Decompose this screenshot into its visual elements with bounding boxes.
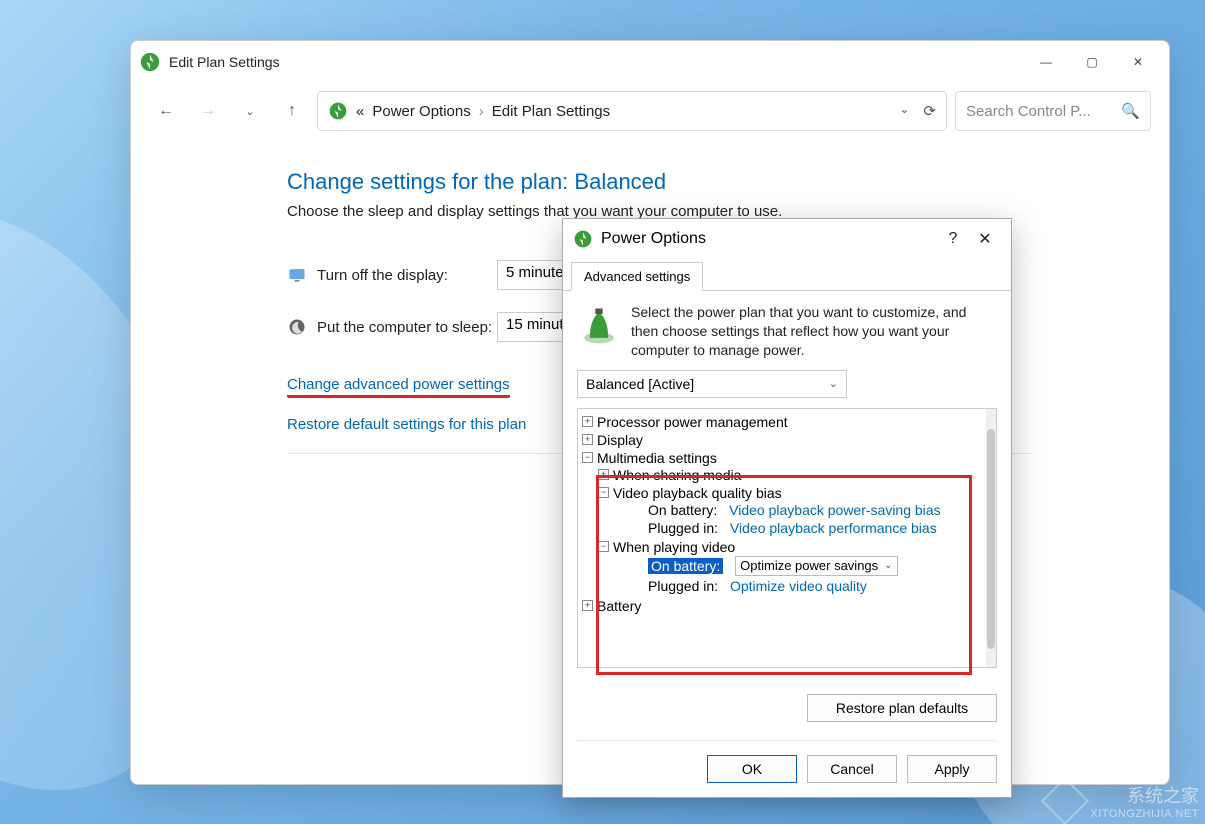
ok-button[interactable]: OK [707,755,797,783]
scrollbar[interactable] [986,409,996,667]
forward-button[interactable]: → [191,94,225,128]
tree-item-wpv[interactable]: When playing video [613,539,735,555]
power-options-dialog: Power Options ? ✕ Advanced settings Sele… [562,218,1012,798]
expand-icon[interactable]: + [582,600,593,611]
dialog-close-button[interactable]: ✕ [969,229,1001,249]
setting-label: Put the computer to sleep: [317,319,497,336]
power-plan-icon [328,101,348,121]
collapse-icon[interactable]: − [582,452,593,463]
addressbar[interactable]: « Power Options › Edit Plan Settings ⌄ ⟳ [317,91,947,131]
collapse-icon[interactable]: − [598,487,609,498]
expand-icon[interactable]: + [582,416,593,427]
chevron-down-icon[interactable]: ⌄ [899,102,909,120]
chevron-down-icon: ⌄ [829,377,838,390]
tree-item-display[interactable]: Display [597,432,643,448]
wpv-plugged-label: Plugged in: [648,578,718,594]
expand-icon[interactable]: + [582,434,593,445]
chevron-right-icon: › [479,103,484,120]
settings-tree: +Processor power management +Display −Mu… [577,408,997,668]
vpqb-battery-label: On battery: [648,502,717,518]
window-title: Edit Plan Settings [169,54,1023,70]
dialog-title: Power Options [601,230,706,248]
watermark: 系统之家 XITONGZHIJIA.NET [1048,782,1199,820]
page-title: Change settings for the plan: Balanced [287,169,1031,195]
chevron-down-icon: ⌄ [884,560,892,571]
close-button[interactable]: ✕ [1115,46,1161,78]
dialog-titlebar: Power Options ? ✕ [563,219,1011,259]
refresh-button[interactable]: ⟳ [923,102,936,120]
breadcrumb-item[interactable]: Power Options [372,103,470,120]
restore-defaults-link[interactable]: Restore default settings for this plan [287,416,526,433]
wpv-battery-select[interactable]: Optimize power savings ⌄ [735,556,897,576]
vpqb-plugged-value[interactable]: Video playback performance bias [730,520,937,536]
power-plan-large-icon [577,303,621,347]
vpqb-battery-value[interactable]: Video playback power-saving bias [729,502,940,518]
wpv-battery-value: Optimize power savings [740,558,878,573]
change-advanced-link[interactable]: Change advanced power settings [287,376,510,398]
dialog-intro: Select the power plan that you want to c… [577,303,997,360]
search-placeholder: Search Control P... [966,103,1091,120]
sleep-icon [287,317,307,337]
titlebar: Edit Plan Settings — ▢ ✕ [131,41,1169,83]
maximize-button[interactable]: ▢ [1069,46,1115,78]
plan-select-value: Balanced [Active] [586,376,694,392]
tree-item-vpqb[interactable]: Video playback quality bias [613,485,782,501]
restore-plan-defaults-button[interactable]: Restore plan defaults [807,694,997,722]
help-button[interactable]: ? [937,230,969,248]
search-icon: 🔍 [1121,102,1140,120]
up-button[interactable]: ↑ [275,94,309,128]
watermark-text-cn: 系统之家 [1090,782,1199,808]
history-dropdown[interactable]: ⌄ [233,94,267,128]
tab-strip: Advanced settings [563,259,1011,291]
plan-select[interactable]: Balanced [Active] ⌄ [577,370,847,398]
tab-advanced-settings[interactable]: Advanced settings [571,262,703,291]
minimize-button[interactable]: — [1023,46,1069,78]
tree-item-multimedia[interactable]: Multimedia settings [597,450,717,466]
cancel-button[interactable]: Cancel [807,755,897,783]
toolbar: ← → ⌄ ↑ « Power Options › Edit Plan Sett… [131,83,1169,139]
back-button[interactable]: ← [149,94,183,128]
apply-button[interactable]: Apply [907,755,997,783]
expand-icon[interactable]: + [598,469,609,480]
tree-item-battery[interactable]: Battery [597,598,641,614]
wpv-plugged-value[interactable]: Optimize video quality [730,578,867,594]
power-plan-icon [139,51,161,73]
tree-item-sharing[interactable]: When sharing media [613,467,741,483]
wpv-battery-label: On battery: [648,558,723,574]
display-icon [287,265,307,285]
scrollbar-thumb[interactable] [987,429,995,649]
vpqb-plugged-label: Plugged in: [648,520,718,536]
tree-item-processor[interactable]: Processor power management [597,414,788,430]
breadcrumb-prefix: « [356,103,364,120]
power-plan-icon [573,229,593,249]
watermark-text-url: XITONGZHIJIA.NET [1090,808,1199,820]
dialog-intro-text: Select the power plan that you want to c… [631,303,997,360]
search-input[interactable]: Search Control P... 🔍 [955,91,1151,131]
breadcrumb-item[interactable]: Edit Plan Settings [492,103,610,120]
collapse-icon[interactable]: − [598,541,609,552]
setting-label: Turn off the display: [317,267,497,284]
watermark-logo-icon [1041,777,1089,824]
